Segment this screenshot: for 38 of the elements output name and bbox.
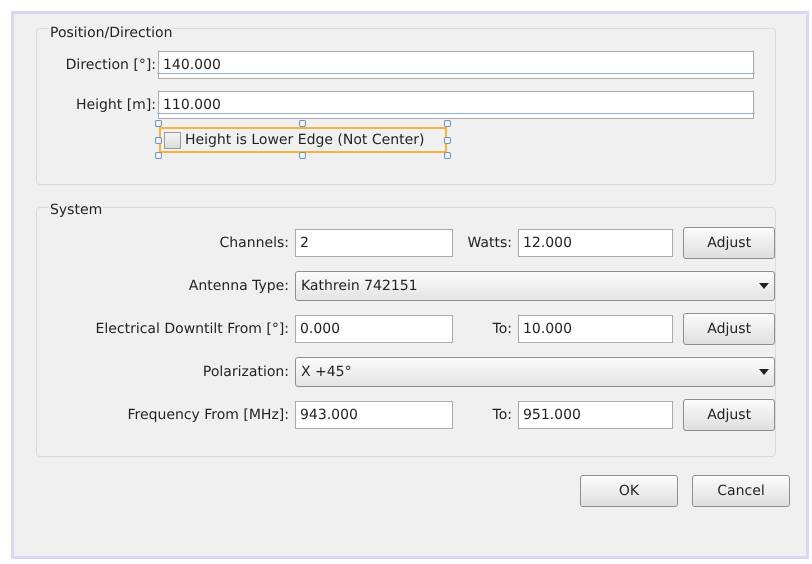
field-label: Polarization: [202,362,290,382]
dropdown[interactable]: Kathrein 742151 [295,271,775,301]
field-label: To: [492,406,513,424]
resize-handle[interactable] [444,120,451,127]
resize-handle[interactable] [444,152,451,159]
text-field[interactable]: 943.000 [295,401,453,429]
resize-handle[interactable] [155,152,162,159]
caret-icon [759,283,769,289]
resize-handle[interactable] [155,137,162,144]
button[interactable]: Adjust [683,399,775,431]
button[interactable]: Adjust [683,227,775,259]
text-field[interactable]: 0.000 [295,315,453,343]
resize-handle[interactable] [299,120,306,127]
field-label: Channels: [218,234,290,252]
field-label: Direction [°]: [64,56,157,74]
field-label: Watts: [466,234,513,252]
field-label: To: [492,320,513,338]
field-label: Electrical Downtilt From [°]: [94,320,290,338]
field-label: Height [m]: [74,96,157,114]
text-field[interactable]: 140.000 [158,51,754,79]
field-label: Frequency From [MHz]: [126,406,290,424]
field-label: Antenna Type: [188,276,290,296]
resize-handle[interactable] [155,120,162,127]
resize-handle[interactable] [444,137,451,144]
dropdown[interactable]: X +45° [295,357,775,387]
checkbox-label: Height is Lower Edge (Not Center) [185,130,424,150]
button[interactable]: Cancel [692,475,790,507]
resize-handle[interactable] [299,152,306,159]
checkbox[interactable] [164,132,181,148]
button[interactable]: OK [580,475,678,507]
caret-icon [759,369,769,375]
text-field[interactable]: 10.000 [518,315,673,343]
text-field[interactable]: 110.000 [158,91,754,119]
button[interactable]: Adjust [683,313,775,345]
text-field[interactable]: 951.000 [518,401,673,429]
text-field[interactable]: 2 [295,229,453,257]
checkbox-row[interactable]: Height is Lower Edge (Not Center) [159,127,447,153]
text-field[interactable]: 12.000 [518,229,673,257]
